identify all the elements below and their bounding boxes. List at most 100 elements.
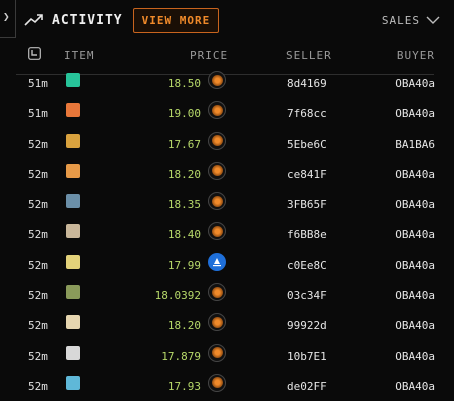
marketplace-badge — [208, 252, 226, 271]
row-seller[interactable]: 7f68cc — [287, 107, 327, 120]
token-icon — [211, 135, 223, 147]
item-thumbnail[interactable] — [66, 133, 80, 148]
item-thumbnail[interactable] — [66, 224, 80, 239]
token-icon — [211, 316, 223, 328]
row-buyer[interactable]: OBA40a — [395, 228, 435, 241]
chevron-right-icon: ❯ — [3, 10, 10, 23]
token-icon — [211, 165, 223, 177]
marketplace-badge — [208, 313, 226, 332]
token-icon — [211, 104, 223, 116]
row-time: 52m — [28, 319, 48, 333]
column-item: ITEM — [64, 49, 95, 62]
row-buyer[interactable]: OBA40a — [395, 77, 435, 90]
row-time: 52m — [28, 198, 48, 212]
activity-row[interactable]: 52m 17.93 de02FF OBA40a — [0, 371, 454, 401]
row-time: 51m — [28, 77, 48, 90]
row-price: 19.00 — [167, 107, 201, 121]
token-icon — [211, 195, 223, 207]
activity-title: ACTIVITY — [52, 12, 123, 28]
column-price: PRICE — [190, 49, 229, 62]
row-seller[interactable]: 8d4169 — [287, 77, 327, 90]
token-icon — [211, 225, 223, 237]
row-seller[interactable]: 03c34F — [287, 289, 327, 302]
row-time: 52m — [28, 167, 48, 181]
marketplace-badge — [208, 222, 226, 241]
trending-up-icon — [24, 14, 43, 26]
row-seller[interactable]: 5Ebe6C — [287, 138, 327, 151]
row-time: 52m — [28, 137, 48, 151]
row-seller[interactable]: 10b7E1 — [287, 350, 327, 363]
token-icon — [211, 286, 223, 298]
table-header: ITEM PRICE SELLER BUYER — [0, 45, 454, 65]
sail-icon — [213, 257, 221, 266]
row-seller[interactable]: 3FB65F — [287, 198, 327, 211]
row-price: 18.0392 — [154, 289, 201, 303]
row-seller[interactable]: c0Ee8C — [287, 259, 327, 272]
row-time: 52m — [28, 379, 48, 393]
activity-row[interactable]: 51m 18.50 8d4169 OBA40a — [0, 68, 454, 98]
marketplace-badge — [208, 131, 226, 150]
column-buyer: BUYER — [396, 49, 435, 62]
item-thumbnail[interactable] — [66, 73, 80, 87]
row-buyer[interactable]: OBA40a — [395, 289, 435, 302]
row-price: 17.93 — [167, 379, 201, 393]
activity-row[interactable]: 52m 18.0392 03c34F OBA40a — [0, 280, 454, 310]
column-seller: SELLER — [286, 49, 332, 62]
item-thumbnail[interactable] — [66, 315, 80, 330]
row-price: 18.20 — [167, 167, 201, 181]
row-seller[interactable]: de02FF — [287, 380, 327, 393]
item-thumbnail[interactable] — [66, 103, 80, 118]
activity-row[interactable]: 52m 18.20 99922d OBA40a — [0, 310, 454, 340]
activity-row[interactable]: 52m 18.20 ce841F OBA40a — [0, 159, 454, 189]
row-seller[interactable]: 99922d — [287, 319, 327, 332]
activity-row[interactable]: 52m 17.99 c0Ee8C OBA40a — [0, 250, 454, 280]
sales-filter-label: SALES — [381, 13, 420, 27]
marketplace-badge — [208, 161, 226, 180]
item-thumbnail[interactable] — [66, 194, 80, 209]
row-buyer[interactable]: OBA40a — [395, 350, 435, 363]
item-thumbnail[interactable] — [66, 254, 80, 269]
marketplace-badge — [208, 373, 226, 392]
row-buyer[interactable]: OBA40a — [395, 198, 435, 211]
row-price: 18.20 — [167, 319, 201, 333]
row-price: 17.99 — [167, 258, 201, 272]
item-thumbnail[interactable] — [66, 285, 80, 300]
row-price: 18.50 — [167, 77, 201, 90]
item-thumbnail[interactable] — [66, 375, 80, 390]
row-buyer[interactable]: OBA40a — [395, 168, 435, 181]
marketplace-badge — [208, 192, 226, 211]
row-time: 52m — [28, 258, 48, 272]
view-more-button[interactable]: VIEW MORE — [132, 7, 220, 33]
marketplace-badge — [208, 283, 226, 302]
row-time: 52m — [28, 289, 48, 303]
activity-row[interactable]: 52m 17.879 10b7E1 OBA40a — [0, 341, 454, 371]
clock-icon[interactable] — [28, 47, 41, 60]
activity-header: ACTIVITY VIEW MORE SALES — [24, 6, 440, 34]
row-buyer[interactable]: OBA40a — [395, 319, 435, 332]
row-buyer[interactable]: OBA40a — [395, 107, 435, 120]
marketplace-badge — [208, 71, 226, 89]
sales-filter-dropdown[interactable]: SALES — [382, 14, 440, 27]
token-icon — [211, 377, 223, 389]
activity-row[interactable]: 51m 19.00 7f68cc OBA40a — [0, 98, 454, 128]
row-buyer[interactable]: BA1BA6 — [395, 138, 435, 151]
item-thumbnail[interactable] — [66, 163, 80, 178]
row-time: 52m — [28, 228, 48, 242]
row-buyer[interactable]: OBA40a — [395, 259, 435, 272]
chevron-down-icon — [426, 16, 440, 24]
activity-list: 51m 18.50 8d4169 OBA40a 51m 19.00 7f68cc OBA40a… — [0, 68, 454, 401]
marketplace-badge — [208, 101, 226, 120]
row-time: 52m — [28, 349, 48, 363]
row-time: 51m — [28, 107, 48, 121]
activity-row[interactable]: 52m 18.35 3FB65F OBA40a — [0, 189, 454, 219]
row-seller[interactable]: f6BB8e — [287, 228, 327, 241]
collapse-panel-tab[interactable]: ❯ — [0, 0, 16, 38]
row-price: 18.35 — [167, 198, 201, 212]
row-buyer[interactable]: OBA40a — [395, 380, 435, 393]
row-seller[interactable]: ce841F — [287, 168, 327, 181]
activity-row[interactable]: 52m 18.40 f6BB8e OBA40a — [0, 219, 454, 249]
activity-row[interactable]: 52m 17.67 5Ebe6C BA1BA6 — [0, 129, 454, 159]
marketplace-badge — [208, 343, 226, 362]
item-thumbnail[interactable] — [66, 345, 80, 360]
row-price: 18.40 — [167, 228, 201, 242]
